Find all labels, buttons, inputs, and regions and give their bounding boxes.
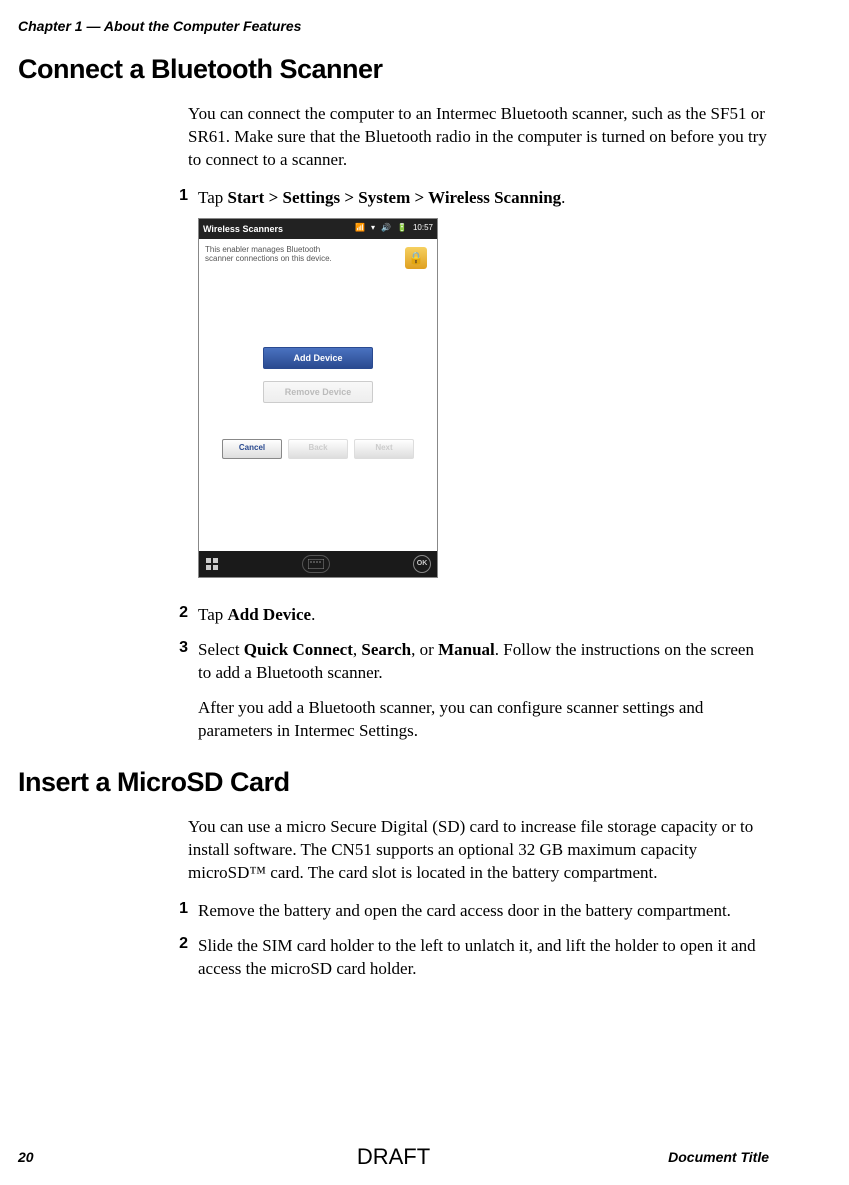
- windows-icon[interactable]: [205, 557, 219, 571]
- clock-text: 10:57: [413, 223, 433, 234]
- step-3: 3 Select Quick Connect, Search, or Manua…: [166, 639, 769, 743]
- section1-intro: You can connect the computer to an Inter…: [188, 103, 769, 172]
- draft-watermark: DRAFT: [357, 1144, 430, 1170]
- step3-b3: Manual: [438, 640, 495, 659]
- step-content: Remove the battery and open the card acc…: [198, 900, 769, 923]
- keyboard-icon[interactable]: [302, 555, 330, 573]
- lock-icon: 🔒: [405, 247, 427, 269]
- section-heading-bluetooth: Connect a Bluetooth Scanner: [18, 54, 769, 85]
- step-number: 3: [166, 639, 188, 743]
- step-content: Slide the SIM card holder to the left to…: [198, 935, 769, 981]
- screenshot-body: This enabler manages Bluetooth scanner c…: [199, 239, 437, 551]
- document-title: Document Title: [668, 1149, 769, 1165]
- step-1: 1 Tap Start > Settings > System > Wirele…: [166, 187, 769, 592]
- step1-suffix: .: [561, 188, 565, 207]
- step3-prefix: Select: [198, 640, 244, 659]
- enabler-text: This enabler manages Bluetooth scanner c…: [205, 245, 345, 264]
- screenshot-bottombar: OK: [199, 551, 437, 577]
- battery-icon: 🔋: [397, 223, 407, 234]
- step1-bold: Start > Settings > System > Wireless Sca…: [228, 188, 562, 207]
- chapter-header: Chapter 1 — About the Computer Features: [18, 18, 769, 34]
- step-number: 1: [166, 900, 188, 923]
- sd-step-1: 1 Remove the battery and open the card a…: [166, 900, 769, 923]
- step3-b1: Quick Connect: [244, 640, 353, 659]
- page-number: 20: [18, 1149, 34, 1165]
- add-device-button[interactable]: Add Device: [263, 347, 373, 369]
- section-heading-microsd: Insert a MicroSD Card: [18, 767, 769, 798]
- cancel-button[interactable]: Cancel: [222, 439, 282, 459]
- remove-device-button: Remove Device: [263, 381, 373, 403]
- next-button: Next: [354, 439, 414, 459]
- speaker-icon: 🔊: [381, 223, 391, 234]
- signal-icon: 📶: [355, 223, 365, 234]
- step2-prefix: Tap: [198, 605, 228, 624]
- screenshot-title: Wireless Scanners: [203, 223, 283, 235]
- step-number: 2: [166, 935, 188, 981]
- step3-after: After you add a Bluetooth scanner, you c…: [198, 697, 769, 743]
- screenshot-titlebar: Wireless Scanners 📶 ▾ 🔊 🔋 10:57: [199, 219, 437, 239]
- step-number: 2: [166, 604, 188, 627]
- page-footer: 20 DRAFT Document Title: [18, 1149, 769, 1165]
- step-content: Tap Start > Settings > System > Wireless…: [198, 187, 769, 592]
- screenshot-status-icons: 📶 ▾ 🔊 🔋 10:57: [355, 223, 433, 234]
- step3-b2: Search: [361, 640, 411, 659]
- step2-suffix: .: [311, 605, 315, 624]
- step-number: 1: [166, 187, 188, 592]
- step2-bold: Add Device: [228, 605, 312, 624]
- antenna-icon: ▾: [371, 223, 375, 234]
- step-content: Tap Add Device.: [198, 604, 769, 627]
- wireless-scanners-screenshot: Wireless Scanners 📶 ▾ 🔊 🔋 10:57 This ena…: [198, 218, 438, 578]
- step3-sep2: , or: [411, 640, 438, 659]
- step-content: Select Quick Connect, Search, or Manual.…: [198, 639, 769, 743]
- ok-button[interactable]: OK: [413, 555, 431, 573]
- step1-prefix: Tap: [198, 188, 228, 207]
- section2-intro: You can use a micro Secure Digital (SD) …: [188, 816, 769, 885]
- back-button: Back: [288, 439, 348, 459]
- step-2: 2 Tap Add Device.: [166, 604, 769, 627]
- sd-step-2: 2 Slide the SIM card holder to the left …: [166, 935, 769, 981]
